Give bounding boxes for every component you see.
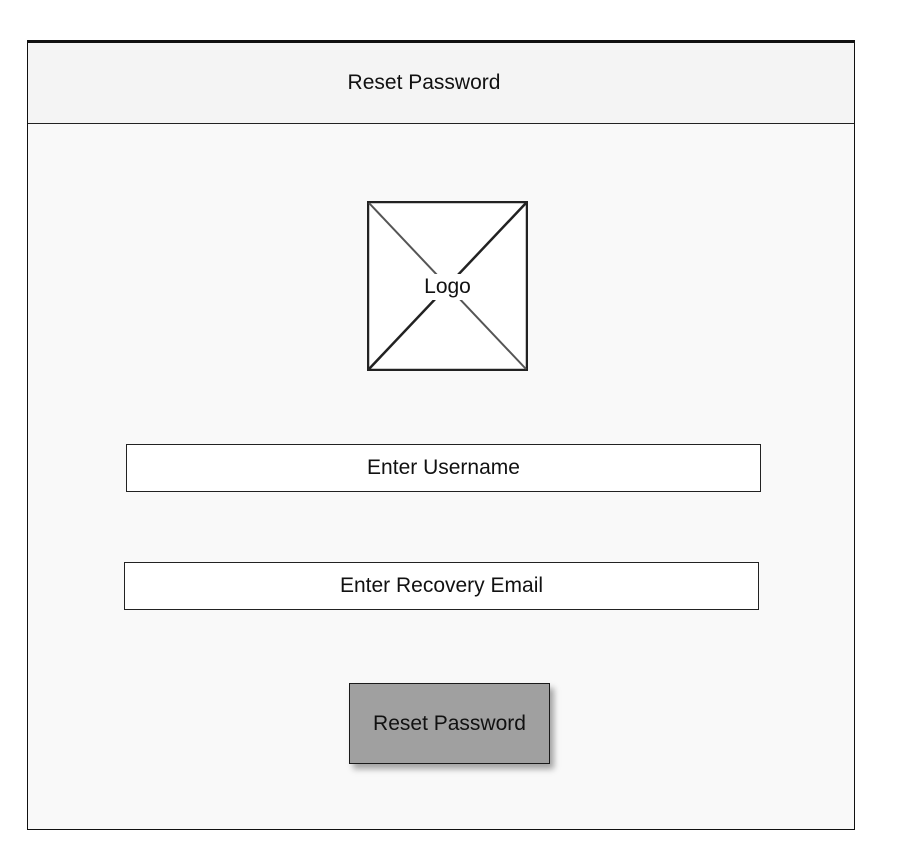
recovery-email-field[interactable]: Enter Recovery Email (124, 562, 759, 610)
reset-password-button[interactable]: Reset Password (349, 683, 550, 764)
logo-label: Logo (375, 274, 520, 300)
reset-password-window: Reset Password Logo Enter Username Enter… (27, 40, 855, 830)
page-header: Reset Password (28, 43, 854, 124)
username-placeholder: Enter Username (367, 456, 520, 479)
recovery-email-placeholder: Enter Recovery Email (339, 574, 544, 597)
page-title: Reset Password (347, 71, 501, 94)
reset-password-button-label: Reset Password (373, 711, 526, 735)
logo-placeholder: Logo (367, 201, 528, 371)
username-field[interactable]: Enter Username (126, 444, 761, 492)
